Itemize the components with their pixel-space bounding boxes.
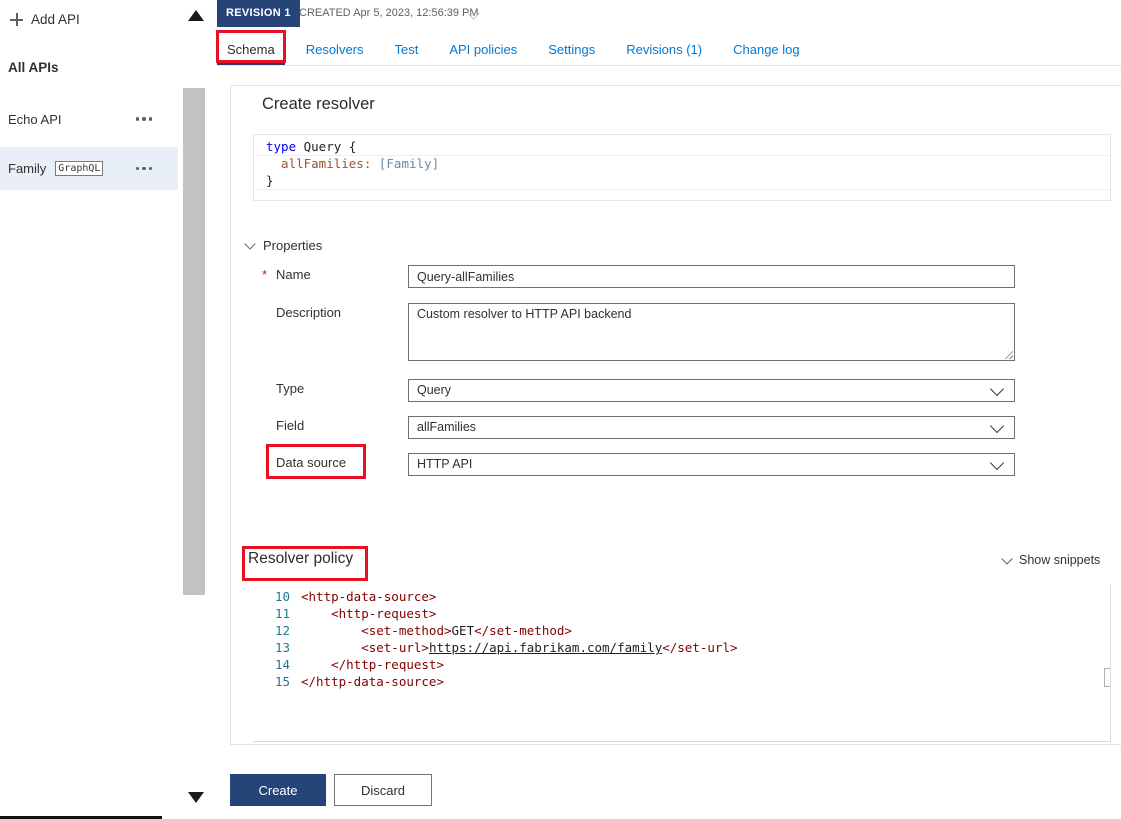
chevron-down-icon	[989, 455, 1005, 471]
code-line: 10 <http-data-source>	[253, 588, 1110, 605]
code-line: 15 </http-data-source>	[253, 673, 1110, 690]
scroll-up-button[interactable]	[188, 10, 204, 21]
more-menu-button[interactable]	[135, 166, 152, 171]
field-label: Field	[276, 418, 305, 433]
code-token: type	[266, 139, 297, 154]
add-api-button[interactable]: Add API	[10, 12, 80, 27]
field-select[interactable]: allFamilies	[408, 416, 1015, 439]
revision-badge: REVISION 1	[217, 0, 300, 27]
code-line: }	[266, 172, 1110, 189]
chevron-down-icon	[989, 381, 1005, 397]
api-sidebar: Add API All APIs Echo API Family GraphQL	[0, 0, 178, 819]
properties-section-toggle[interactable]: Properties	[244, 238, 323, 253]
editor-line-divider	[254, 189, 1110, 190]
field-select-value: allFamilies	[417, 420, 477, 434]
all-apis-heading: All APIs	[8, 60, 59, 75]
code-line: 14 </http-request>	[253, 656, 1110, 673]
name-label: Name	[276, 267, 311, 282]
code-token: </http-request>	[301, 657, 444, 672]
revision-created-text: CREATED Apr 5, 2023, 12:56:39 PM	[299, 7, 479, 19]
data-source-select[interactable]: HTTP API	[408, 453, 1015, 476]
line-number: 12	[274, 623, 290, 638]
description-label: Description	[276, 305, 342, 320]
code-token: GET	[451, 623, 475, 638]
code-token: Query {	[296, 139, 357, 154]
code-token: [Family]	[371, 156, 440, 171]
chevron-down-icon	[1001, 553, 1013, 565]
api-name: Family	[8, 161, 47, 176]
required-asterisk: *	[262, 267, 268, 282]
chevron-down-icon	[244, 238, 256, 250]
code-token: <set-url>	[301, 640, 429, 655]
tab-resolvers[interactable]: Resolvers	[296, 33, 374, 65]
type-select-value: Query	[417, 383, 452, 397]
line-number: 15	[274, 674, 290, 689]
data-source-select-value: HTTP API	[417, 457, 473, 471]
code-token: }	[266, 173, 274, 188]
line-number: 11	[274, 606, 290, 621]
code-line: 12 <set-method>GET</set-method>	[253, 622, 1110, 639]
code-token: </http-data-source>	[301, 674, 444, 689]
tab-revisions[interactable]: Revisions (1)	[616, 33, 712, 65]
description-textarea[interactable]: Custom resolver to HTTP API backend	[408, 303, 1015, 361]
line-number: 14	[274, 657, 290, 672]
sidebar-scrollbar	[180, 0, 213, 819]
schema-code-editor[interactable]: type Query { allFamilies: [Family]}	[253, 134, 1111, 201]
show-snippets-label: Show snippets	[1019, 553, 1101, 567]
data-source-label: Data source	[276, 455, 347, 470]
tab-bar: Schema Resolvers Test API policies Setti…	[217, 33, 1121, 66]
graphql-badge: GraphQL	[55, 161, 104, 176]
api-list-item-echo[interactable]: Echo API	[0, 104, 178, 134]
line-number: 13	[274, 640, 290, 655]
code-token: <set-method>	[301, 623, 452, 638]
panel-title: Create resolver	[262, 95, 375, 113]
create-button[interactable]: Create	[230, 774, 326, 806]
add-api-label: Add API	[31, 12, 80, 27]
create-resolver-panel: Create resolver type Query { allFamilies…	[230, 85, 1121, 745]
editor-scrollbar-thumb[interactable]	[1104, 668, 1110, 687]
line-number: 10	[274, 589, 290, 604]
type-select[interactable]: Query	[408, 379, 1015, 402]
type-label: Type	[276, 381, 305, 396]
code-line: type Query {	[266, 138, 1110, 155]
code-token: allFamilies:	[266, 156, 372, 171]
scroll-down-button[interactable]	[188, 792, 204, 803]
code-line: allFamilies: [Family]	[266, 155, 1110, 172]
code-token: <http-data-source>	[301, 589, 437, 604]
properties-label: Properties	[263, 238, 323, 253]
tab-change-log[interactable]: Change log	[723, 33, 810, 65]
plus-icon	[10, 13, 23, 26]
name-input[interactable]	[408, 265, 1015, 288]
code-token: </set-url>	[662, 640, 738, 655]
tab-schema[interactable]: Schema	[217, 33, 285, 65]
code-token: https://api.fabrikam.com/family	[428, 640, 663, 655]
code-token: </set-method>	[474, 623, 572, 638]
chevron-down-icon	[989, 418, 1005, 434]
scrollbar-thumb[interactable]	[183, 88, 205, 595]
tab-api-policies[interactable]: API policies	[439, 33, 527, 65]
resolver-policy-heading: Resolver policy	[248, 550, 354, 567]
code-line: 13 <set-url>https://api.fabrikam.com/fam…	[253, 639, 1110, 656]
api-name: Echo API	[8, 111, 62, 127]
tab-test[interactable]: Test	[385, 33, 429, 65]
discard-button[interactable]: Discard	[334, 774, 432, 806]
more-menu-button[interactable]	[135, 117, 152, 121]
tab-settings[interactable]: Settings	[538, 33, 605, 65]
editor-line-divider	[254, 155, 1110, 156]
api-list-item-family[interactable]: Family GraphQL	[0, 147, 178, 190]
policy-code-editor[interactable]: 10 <http-data-source> 11 <http-request> 12 …	[253, 584, 1111, 742]
code-line: 11 <http-request>	[253, 605, 1110, 622]
code-token: <http-request>	[301, 606, 437, 621]
show-snippets-button[interactable]: Show snippets	[1001, 553, 1101, 567]
